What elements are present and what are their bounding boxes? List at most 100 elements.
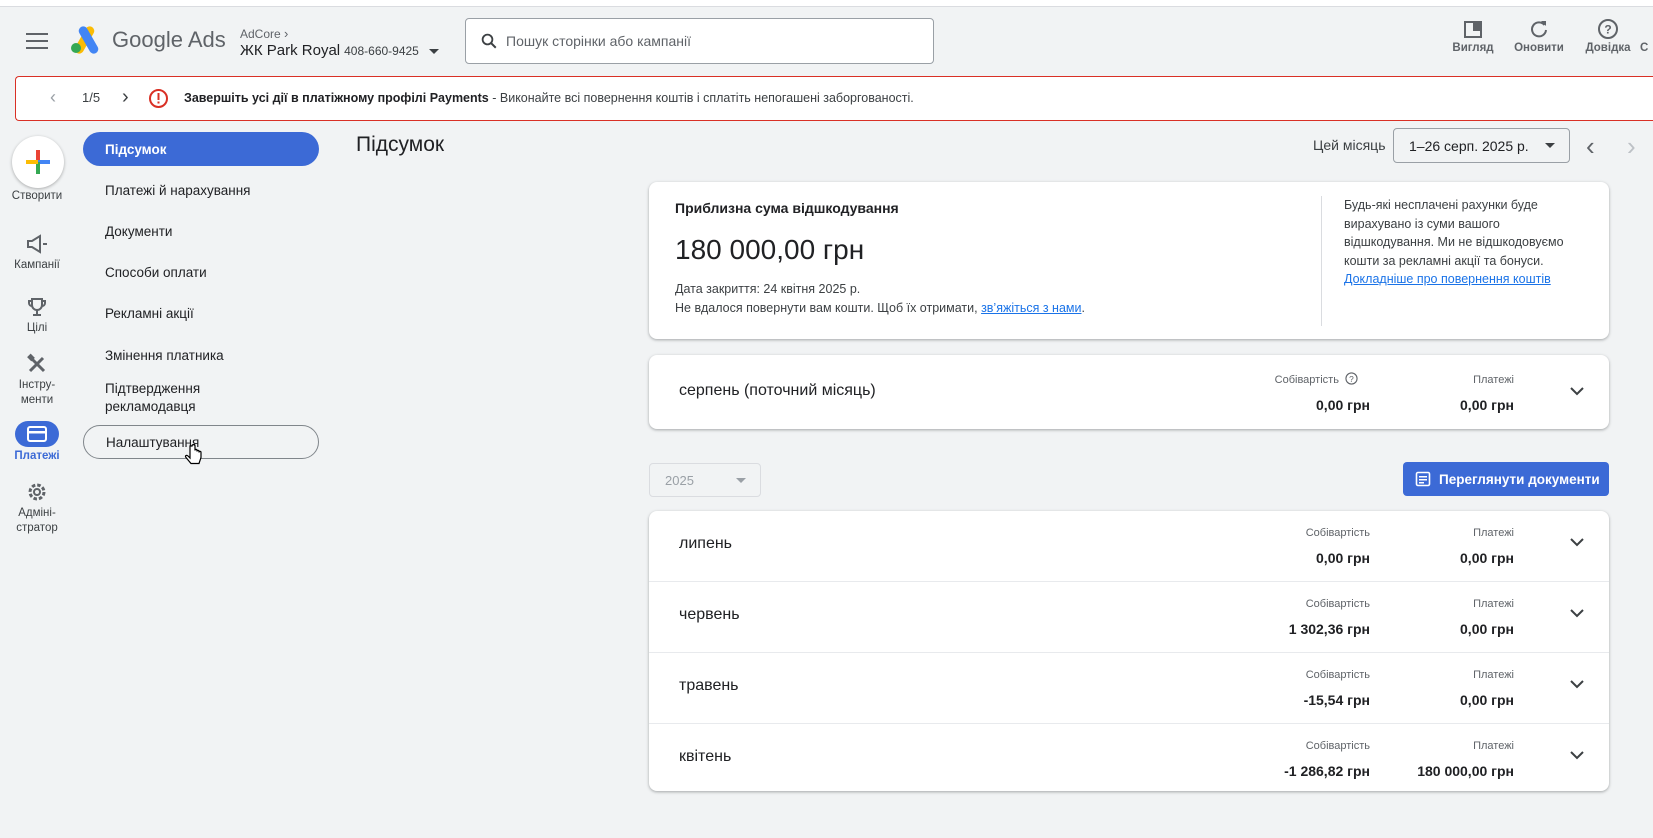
- rail-item-admin[interactable]: Адміні- стратор: [0, 478, 74, 536]
- chevron-down-icon[interactable]: [1569, 608, 1585, 618]
- refund-close-date: Дата закриття: 24 квітня 2025 р.: [675, 282, 861, 296]
- date-range-value: 1–26 серп. 2025 р.: [1409, 137, 1529, 154]
- top-edge: [0, 0, 1653, 7]
- payments-value: 180 000,00 грн: [1417, 763, 1514, 779]
- rail-label-campaigns: Кампанії: [14, 259, 60, 271]
- date-range-selector[interactable]: 1–26 серп. 2025 р.: [1393, 128, 1570, 163]
- campaigns-icon: [0, 230, 74, 258]
- chevron-down-icon[interactable]: [1569, 750, 1585, 760]
- help-button[interactable]: ? Довідка: [1573, 16, 1643, 54]
- subnav-summary[interactable]: Підсумок: [83, 132, 319, 166]
- subnav-advertiser-verification[interactable]: Підтвердження рекламодавця: [83, 378, 233, 418]
- help-label: Довідка: [1585, 42, 1631, 54]
- prev-period-icon[interactable]: ‹: [1586, 131, 1595, 162]
- subnav-documents[interactable]: Документи: [83, 214, 319, 248]
- rail-item-goals[interactable]: Цілі: [0, 293, 74, 336]
- year-value: 2025: [665, 472, 694, 488]
- create-button[interactable]: [12, 136, 64, 188]
- caret-down-icon: [1545, 143, 1555, 148]
- cost-value: 0,00 грн: [1316, 550, 1370, 566]
- alert-message[interactable]: Завершіть усі дії в платіжному профілі P…: [184, 91, 914, 105]
- subnav-transactions[interactable]: Платежі й нарахування: [83, 173, 319, 207]
- payments-value: 0,00 грн: [1460, 621, 1514, 637]
- svg-text:?: ?: [1349, 374, 1354, 384]
- months-list: липень Собівартість 0,00 грн Платежі 0,0…: [649, 511, 1609, 791]
- payments-label: Платежі: [1473, 669, 1514, 681]
- subnav-payment-methods[interactable]: Способи оплати: [83, 255, 319, 289]
- chevron-down-icon[interactable]: [1569, 386, 1585, 396]
- search-input[interactable]: [506, 33, 906, 49]
- notifications-button[interactable]: С: [1640, 16, 1653, 54]
- refund-info-text: Будь-які несплачені рахунки буде вирахув…: [1344, 198, 1564, 268]
- cost-value: -1 286,82 грн: [1284, 763, 1370, 779]
- prev-alert-icon[interactable]: ‹: [50, 87, 56, 108]
- appearance-label: Вигляд: [1452, 42, 1494, 54]
- account-switcher[interactable]: ЖК Park Royal 408-660-9425: [240, 42, 440, 59]
- payments-value: 0,00 грн: [1460, 397, 1514, 413]
- appearance-icon: [1438, 16, 1508, 42]
- rail-item-billing[interactable]: Платежі: [0, 421, 74, 464]
- menu-icon[interactable]: [26, 33, 48, 51]
- cost-label: Собівартість: [1305, 669, 1370, 681]
- billing-icon: [15, 421, 59, 447]
- next-period-icon[interactable]: ›: [1627, 131, 1636, 162]
- tools-icon: [0, 350, 74, 378]
- refresh-icon: [1504, 16, 1574, 42]
- account-name: ЖК Park Royal: [240, 42, 341, 59]
- account-id: 408-660-9425: [344, 44, 419, 58]
- view-documents-label: Переглянути документи: [1439, 471, 1600, 487]
- subnav-transfer-ownership[interactable]: Змінення платника: [83, 338, 319, 372]
- create-label: Створити: [11, 190, 63, 202]
- brand-name: Google Ads: [112, 27, 226, 52]
- month-name: серпень (поточний місяць): [679, 382, 876, 399]
- search-box[interactable]: [465, 18, 934, 64]
- card-divider: [1321, 196, 1322, 326]
- refund-amount: 180 000,00 грн: [675, 234, 865, 265]
- page-title: Підсумок: [356, 133, 445, 156]
- list-item[interactable]: травень Собівартість -15,54 грн Платежі …: [649, 653, 1609, 723]
- current-month-card[interactable]: серпень (поточний місяць) Собівартість ?…: [649, 355, 1609, 429]
- chevron-down-icon[interactable]: [1569, 537, 1585, 547]
- payments-alert-banner: ‹ 1/5 › Завершіть усі дії в платіжному п…: [15, 76, 1653, 121]
- plus-icon: [26, 150, 50, 174]
- chevron-down-icon[interactable]: [1569, 679, 1585, 689]
- year-selector[interactable]: 2025: [649, 463, 761, 497]
- rail-label-tools: Інстру- менти: [18, 379, 56, 406]
- contact-us-link[interactable]: зв’яжіться з нами: [981, 301, 1081, 315]
- next-alert-icon[interactable]: ›: [122, 86, 129, 109]
- payments-value: 0,00 грн: [1460, 550, 1514, 566]
- payments-label: Платежі: [1473, 598, 1514, 610]
- rail-label-goals: Цілі: [26, 322, 48, 334]
- goals-icon: [0, 293, 74, 321]
- payments-value: 0,00 грн: [1460, 692, 1514, 708]
- document-icon: [1415, 471, 1431, 487]
- list-item[interactable]: квітень Собівартість -1 286,82 грн Плате…: [649, 724, 1609, 791]
- refresh-button[interactable]: Оновити: [1504, 16, 1574, 54]
- appearance-button[interactable]: Вигляд: [1438, 16, 1508, 54]
- notifications-label: С: [1640, 42, 1649, 54]
- chevron-right-icon: ›: [284, 26, 289, 41]
- cost-label: Собівартість ?: [1275, 372, 1358, 386]
- notifications-icon: [1640, 16, 1653, 42]
- rail-item-tools[interactable]: Інстру- менти: [0, 350, 74, 408]
- svg-text:?: ?: [1604, 23, 1611, 37]
- error-icon: [149, 89, 168, 108]
- rail-item-campaigns[interactable]: Кампанії: [0, 230, 74, 273]
- help-icon[interactable]: ?: [1345, 372, 1358, 385]
- refund-title: Приблизна сума відшкодування: [675, 200, 899, 216]
- list-item[interactable]: липень Собівартість 0,00 грн Платежі 0,0…: [649, 511, 1609, 581]
- refund-failure-text: Не вдалося повернути вам кошти. Щоб їх о…: [675, 301, 1085, 315]
- cost-label: Собівартість: [1305, 527, 1370, 539]
- account-parent[interactable]: AdCore ›: [240, 26, 288, 41]
- list-item[interactable]: червень Собівартість 1 302,36 грн Платеж…: [649, 582, 1609, 652]
- google-ads-logo-icon: [70, 26, 102, 59]
- cost-value: -15,54 грн: [1303, 692, 1370, 708]
- refund-learn-more-link[interactable]: Докладніше про повернення коштів: [1344, 272, 1551, 286]
- refresh-label: Оновити: [1514, 42, 1564, 54]
- view-documents-button[interactable]: Переглянути документи: [1403, 462, 1609, 496]
- cost-label: Собівартість: [1305, 740, 1370, 752]
- alert-title: Завершіть усі дії в платіжному профілі P…: [184, 91, 489, 105]
- refund-info: Будь-які несплачені рахунки буде вирахув…: [1344, 196, 1584, 289]
- subnav-promotions[interactable]: Рекламні акції: [83, 296, 319, 330]
- month-name: травень: [679, 677, 739, 694]
